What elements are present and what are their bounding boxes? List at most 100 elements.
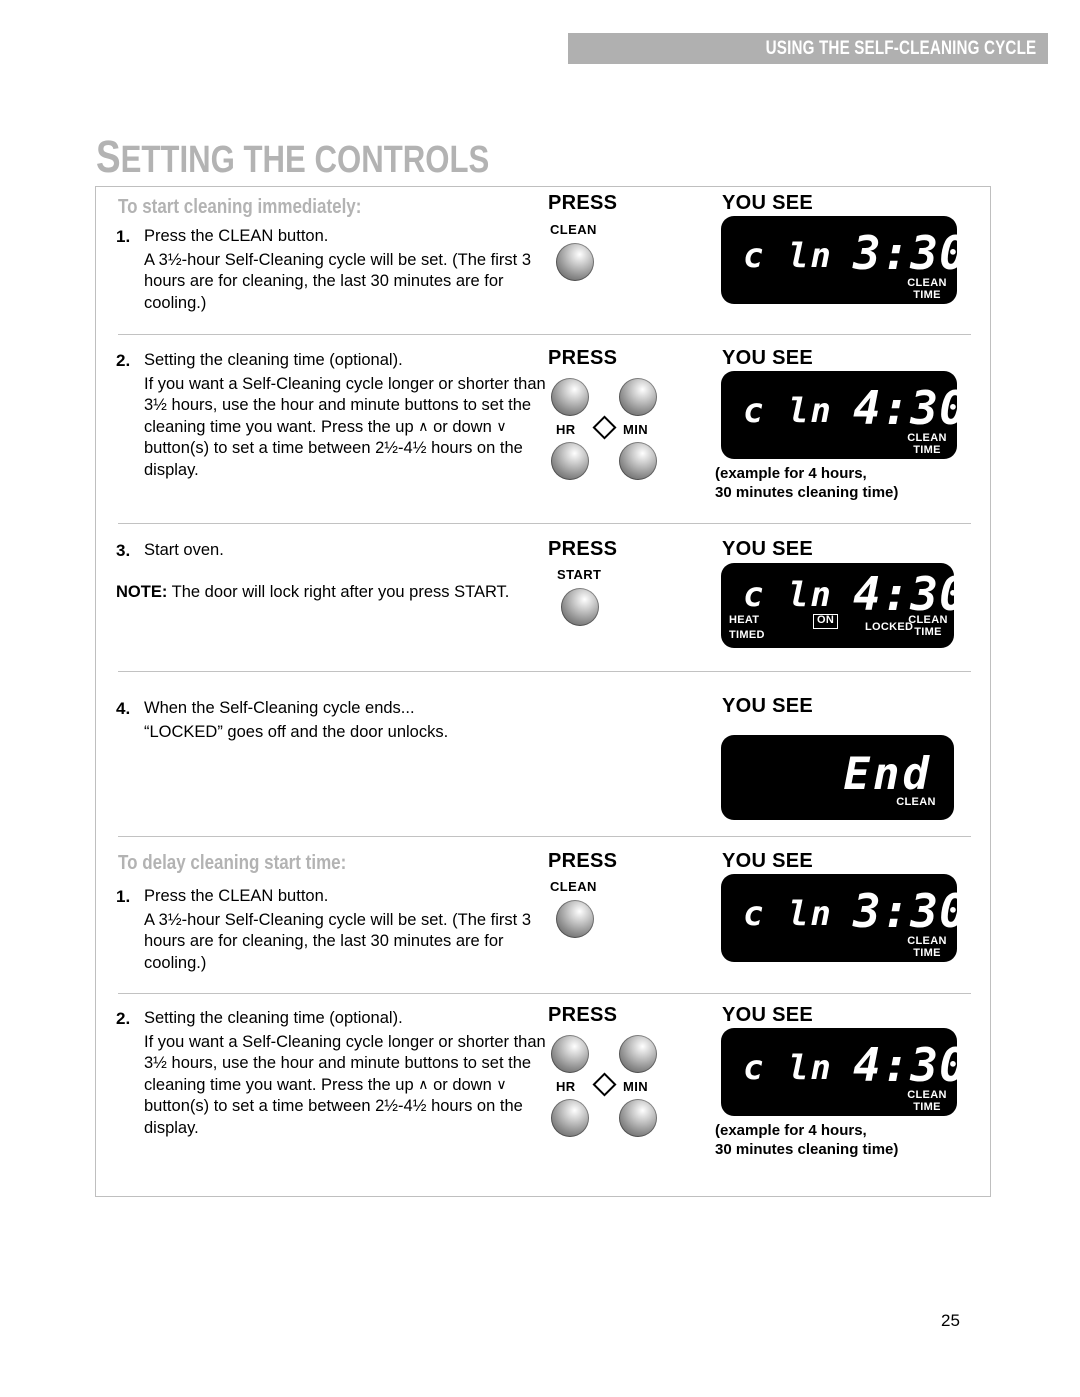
running-head-text: USING THE SELF-CLEANING CYCLE — [765, 37, 1036, 59]
min-up-button-1[interactable] — [619, 378, 657, 416]
display-delay-2-time: 4:30 — [853, 1038, 968, 1092]
column-header-you-see-1: YOU SEE — [722, 192, 814, 214]
delay-step-2: 2. Setting the cleaning time (optional).… — [116, 1008, 546, 1139]
hr-down-button-2[interactable] — [551, 1099, 589, 1137]
page-number: 25 — [941, 1311, 960, 1330]
display-step-2: c ln 4:30 CLEAN TIME — [721, 371, 967, 459]
display-step-4-clean-label: CLEAN — [896, 796, 936, 808]
column-header-you-see-3: YOU SEE — [722, 538, 814, 560]
min-down-button-1[interactable] — [619, 442, 657, 480]
column-header-you-see-2: YOU SEE — [722, 347, 814, 369]
hr-down-button-1[interactable] — [551, 442, 589, 480]
step-4-body: “LOCKED” goes off and the door unlocks. — [144, 722, 449, 741]
display-step-1-clean-label: CLEAN TIME — [907, 277, 947, 301]
column-header-you-see-4: YOU SEE — [722, 695, 814, 717]
step-2-body: If you want a Self-Cleaning cycle longer… — [144, 374, 546, 479]
display-delay-1-time: 3:30 — [853, 884, 968, 938]
hr-up-button-1[interactable] — [551, 378, 589, 416]
step-3-note: NOTE: The door will lock right after you… — [116, 582, 546, 604]
step-1-body: A 3½-hour Self-Cleaning cycle will be se… — [144, 250, 532, 312]
display-step-2-time: 4:30 — [853, 381, 968, 435]
divider-5 — [118, 993, 971, 994]
step-1: 1. Press the CLEAN button. A 3½-hour Sel… — [116, 226, 546, 314]
display-delay-2-word: c ln — [743, 1048, 833, 1088]
min-up-button-2[interactable] — [619, 1035, 657, 1073]
display-delay-1-clean-label: CLEAN TIME — [907, 935, 947, 959]
page-title-initial: S — [96, 131, 121, 182]
hr-label-2: HR — [556, 1079, 576, 1094]
step-2-number: 2. — [116, 351, 131, 370]
column-header-press-2: PRESS — [548, 347, 618, 369]
display-step-4-word: End — [843, 749, 932, 800]
display-step-1: c ln 3:30 CLEAN TIME — [721, 216, 967, 304]
display-delay-2-caption: (example for 4 hours, 30 minutes cleaning… — [715, 1122, 899, 1158]
running-head-banner: USING THE SELF-CLEANING CYCLE — [568, 33, 1048, 64]
section-heading-start-immediately: To start cleaning immediately: — [118, 196, 362, 218]
display-step-3: c ln 4:30 HEAT TIMED ON LOCKED CLEAN TIME — [721, 563, 967, 648]
delay-step-2-number: 2. — [116, 1009, 131, 1028]
delay-step-2-line1: Setting the cleaning time (optional). — [144, 1009, 403, 1027]
step-3-line1: Start oven. — [144, 541, 224, 559]
chevron-down-icon-1: ∨ — [496, 417, 507, 434]
step-1-number: 1. — [116, 227, 131, 246]
min-label-2: MIN — [623, 1079, 649, 1094]
page-title-rest: ETTING THE CONTROLS — [120, 139, 490, 181]
display-delay-1: c ln 3:30 CLEAN TIME — [721, 874, 967, 962]
display-step-3-locked-label: LOCKED — [865, 621, 914, 633]
display-step-3-clean-label: CLEAN TIME — [908, 614, 948, 638]
min-down-button-2[interactable] — [619, 1099, 657, 1137]
delay-step-1-number: 1. — [116, 887, 131, 906]
step-4: 4. When the Self-Cleaning cycle ends... … — [116, 698, 546, 743]
chevron-up-icon-1: ∧ — [418, 417, 429, 434]
min-label-1: MIN — [623, 422, 649, 437]
delay-step-2-body: If you want a Self-Cleaning cycle longer… — [144, 1032, 546, 1137]
section-heading-delay-start: To delay cleaning start time: — [118, 852, 347, 874]
display-step-1-time: 3:30 — [853, 226, 968, 280]
column-header-press-3: PRESS — [548, 538, 618, 560]
column-header-you-see-6: YOU SEE — [722, 1004, 814, 1026]
column-header-press-5: PRESS — [548, 850, 618, 872]
hr-label-1: HR — [556, 422, 576, 437]
display-step-1-word: c ln — [743, 236, 833, 276]
display-step-3-time: 4:30 — [853, 567, 968, 621]
display-step-3-timed-label: TIMED — [729, 629, 765, 641]
page-title: SETTING THE CONTROLS — [96, 131, 576, 183]
display-step-4: End CLEAN — [721, 735, 954, 820]
divider-4 — [118, 836, 971, 837]
display-delay-2-clean-label: CLEAN TIME — [907, 1089, 947, 1113]
display-step-2-clean-label: CLEAN TIME — [907, 432, 947, 456]
column-header-press-1: PRESS — [548, 192, 618, 214]
step-2-line1: Setting the cleaning time (optional). — [144, 351, 403, 369]
step-3-number: 3. — [116, 541, 131, 560]
clean-button-1[interactable] — [556, 243, 594, 281]
clean-button-label-2: CLEAN — [550, 879, 597, 894]
clean-button-2[interactable] — [556, 900, 594, 938]
divider-3 — [118, 671, 971, 672]
step-1-line1: Press the CLEAN button. — [144, 227, 329, 245]
column-header-press-6: PRESS — [548, 1004, 618, 1026]
step-3: 3. Start oven. NOTE: The door will lock … — [116, 540, 546, 603]
step-3-note-label: NOTE: — [116, 582, 168, 601]
chevron-down-icon-2: ∨ — [496, 1075, 507, 1092]
divider-2 — [118, 523, 971, 524]
display-step-2-word: c ln — [743, 391, 833, 431]
display-delay-2: c ln 4:30 CLEAN TIME — [721, 1028, 967, 1116]
delay-step-1: 1. Press the CLEAN button. A 3½-hour Sel… — [116, 886, 546, 974]
step-4-number: 4. — [116, 699, 131, 718]
step-2: 2. Setting the cleaning time (optional).… — [116, 350, 546, 481]
display-step-3-on-indicator: ON — [813, 614, 839, 629]
chevron-up-icon-2: ∧ — [418, 1075, 429, 1092]
display-step-3-word: c ln — [743, 575, 833, 615]
hr-up-button-2[interactable] — [551, 1035, 589, 1073]
display-step-3-heat-label: HEAT — [729, 614, 760, 626]
step-3-note-text: The door will lock right after you press… — [167, 582, 510, 601]
delay-step-1-body: A 3½-hour Self-Cleaning cycle will be se… — [144, 910, 532, 972]
step-4-line1: When the Self-Cleaning cycle ends... — [144, 699, 415, 717]
clean-button-label-1: CLEAN — [550, 222, 597, 237]
column-header-you-see-5: YOU SEE — [722, 850, 814, 872]
divider-1 — [118, 334, 971, 335]
delay-step-1-line1: Press the CLEAN button. — [144, 887, 329, 905]
start-button[interactable] — [561, 588, 599, 626]
start-button-label: START — [557, 567, 602, 582]
display-delay-1-word: c ln — [743, 894, 833, 934]
